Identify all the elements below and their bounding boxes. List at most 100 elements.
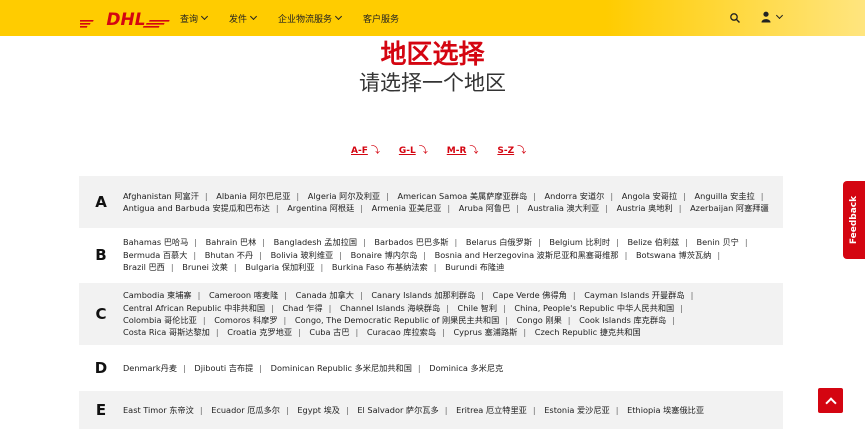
alphabet-link-s-z[interactable]: S-Z ⤵: [497, 143, 526, 156]
country-link[interactable]: Chile 智利: [458, 303, 497, 313]
separator: |: [624, 249, 628, 260]
alphabet-link-g-l[interactable]: G-L ⤵: [399, 143, 428, 156]
country-link[interactable]: Comoros 科摩罗: [214, 315, 277, 325]
country-link[interactable]: Bangladesh 孟加拉国: [274, 237, 357, 247]
country-link[interactable]: Bahamas 巴哈马: [123, 237, 188, 247]
nav-item-label: 发件: [229, 14, 248, 25]
country-link[interactable]: Congo 刚果: [517, 315, 562, 325]
country-link[interactable]: Australia 澳大利亚: [528, 203, 600, 213]
alphabet-nav: A-F ⤵ G-L ⤵ M-R ⤵ S-Z ⤵: [351, 143, 545, 156]
country-link[interactable]: Costa Rica 哥斯达黎加: [123, 327, 210, 337]
separator: |: [685, 237, 688, 248]
country-link[interactable]: Albania 阿尔巴尼亚: [216, 191, 290, 201]
country-link[interactable]: Cyprus 塞浦路斯: [453, 327, 517, 337]
country-link[interactable]: Bhutan 不丹: [205, 250, 253, 260]
country-link[interactable]: Eritrea 厄立特里亚: [456, 405, 527, 415]
section-letter: B: [95, 246, 107, 264]
separator: |: [533, 190, 536, 201]
country-link[interactable]: Croatia 克罗地亚: [227, 327, 292, 337]
country-link[interactable]: Chad 乍得: [282, 303, 322, 313]
separator: |: [605, 203, 608, 213]
separator: |: [672, 315, 675, 325]
country-link[interactable]: Belize 伯利兹: [627, 237, 679, 247]
country-link[interactable]: Cape Verde 佛得角: [493, 290, 567, 300]
country-link[interactable]: Bermuda 百慕大: [123, 250, 187, 260]
separator: |: [286, 404, 289, 415]
country-link[interactable]: Cambodia 柬埔寨: [123, 290, 192, 300]
search-icon[interactable]: [729, 12, 741, 24]
country-link[interactable]: Bosnia and Herzegovina 波斯尼亚和黑塞哥维那: [435, 250, 619, 260]
country-link[interactable]: Belgium 比利时: [549, 237, 610, 247]
country-link[interactable]: American Samoa 美属萨摩亚群岛: [397, 191, 527, 201]
country-link[interactable]: Bulgaria 保加利亚: [245, 262, 314, 272]
alphabet-link-m-r[interactable]: M-R ⤵: [447, 143, 479, 156]
country-link[interactable]: Belarus 白俄罗斯: [466, 237, 532, 247]
separator: |: [215, 327, 219, 338]
chevron-down-icon: [775, 11, 784, 20]
country-link[interactable]: Estonia 爱沙尼亚: [544, 405, 610, 415]
country-link[interactable]: Canary Islands 加那利群岛: [371, 290, 475, 300]
country-link[interactable]: Central African Republic 中非共和国: [123, 303, 265, 313]
country-link[interactable]: Denmark丹麦: [123, 363, 177, 373]
country-link[interactable]: Cuba 古巴: [309, 327, 349, 337]
country-link[interactable]: Armenia 亚美尼亚: [372, 203, 442, 213]
country-link[interactable]: Congo, The Democratic Republic of 刚果民主共和…: [295, 315, 499, 325]
country-link[interactable]: Canada 加拿大: [296, 290, 354, 300]
country-list: Cambodia 柬埔寨 | Cameroon 喀麦隆 | Canada 加拿大 | …: [123, 289, 783, 339]
country-link[interactable]: Argentina 阿根廷: [287, 203, 354, 213]
country-link[interactable]: Algeria 阿尔及利亚: [308, 191, 380, 201]
country-link[interactable]: Dominican Republic 多米尼加共和国: [271, 363, 412, 373]
separator: |: [516, 203, 520, 213]
separator: |: [233, 262, 237, 273]
dhl-logo[interactable]: DHL: [80, 8, 172, 28]
country-link[interactable]: Bonaire 博内尔岛: [351, 250, 418, 260]
alphabet-link-label: A-F: [351, 146, 368, 156]
nav-item-2[interactable]: 发件: [229, 12, 258, 25]
country-list: Bahamas 巴哈马 | Bahrain 巴林 | Bangladesh 孟加拉国…: [123, 236, 783, 273]
country-link[interactable]: East Timor 东帝汶: [123, 405, 194, 415]
nav-item-1[interactable]: 查询: [180, 12, 209, 25]
country-link[interactable]: Afghanistan 阿富汗: [123, 191, 199, 201]
country-link[interactable]: Barbados 巴巴多斯: [374, 237, 448, 247]
country-link[interactable]: China, People's Republic 中华人民共和国: [514, 303, 674, 313]
country-link[interactable]: Bolivia 玻利维亚: [271, 250, 334, 260]
country-link[interactable]: Channel Islands 海峡群岛: [340, 303, 440, 313]
alphabet-link-a-f[interactable]: A-F ⤵: [351, 143, 380, 156]
separator: |: [259, 362, 263, 373]
country-link[interactable]: Colombia 哥伦比亚: [123, 315, 197, 325]
country-link[interactable]: Botswana 博茨瓦纳: [636, 250, 711, 260]
country-link[interactable]: Ethiopia 埃塞俄比亚: [627, 405, 704, 415]
nav-item-3[interactable]: 企业物流服务: [278, 12, 343, 25]
nav-item-4[interactable]: 客户服务: [363, 12, 399, 25]
back-to-top-button[interactable]: [818, 388, 843, 413]
country-link[interactable]: Dominica 多米尼克: [429, 363, 503, 373]
country-link[interactable]: Cameroon 喀麦隆: [209, 290, 278, 300]
country-link[interactable]: Brazil 巴西: [123, 262, 165, 272]
country-link[interactable]: Djibouti 吉布提: [194, 363, 253, 373]
country-link[interactable]: Brunei 汶莱: [182, 262, 228, 272]
country-link[interactable]: Benin 贝宁: [697, 237, 739, 247]
country-link[interactable]: Burkina Faso 布基纳法索: [332, 262, 428, 272]
separator: |: [572, 290, 576, 301]
feedback-tab[interactable]: Feedback: [843, 181, 865, 259]
separator: |: [170, 262, 174, 273]
country-link[interactable]: Curacao 库拉索岛: [367, 327, 436, 337]
country-link[interactable]: Antigua and Barbuda 安提瓜和巴布达: [123, 203, 270, 213]
country-link[interactable]: Anguilla 安圭拉: [695, 191, 755, 201]
country-link[interactable]: Burundi 布隆迪: [445, 262, 504, 272]
separator: |: [345, 404, 349, 415]
separator: |: [360, 203, 364, 213]
country-link[interactable]: Cayman Islands 开曼群岛: [584, 290, 684, 300]
country-link[interactable]: Andorra 安道尔: [545, 191, 605, 201]
country-link[interactable]: Bahrain 巴林: [206, 237, 257, 247]
country-link[interactable]: Aruba 阿鲁巴: [459, 203, 511, 213]
country-link[interactable]: Azerbaijan 阿塞拜疆: [690, 203, 769, 213]
country-link[interactable]: Angola 安哥拉: [622, 191, 677, 201]
country-link[interactable]: Egypt 埃及: [297, 405, 340, 415]
country-link[interactable]: El Salvador 萨尔瓦多: [357, 405, 438, 415]
country-link[interactable]: Ecuador 厄瓜多尔: [211, 405, 280, 415]
country-link[interactable]: Cook Islands 库克群岛: [579, 315, 666, 325]
user-menu[interactable]: [761, 11, 784, 23]
country-link[interactable]: Austria 奥地利: [617, 203, 673, 213]
country-link[interactable]: Czech Republic 捷克共和国: [535, 327, 641, 337]
